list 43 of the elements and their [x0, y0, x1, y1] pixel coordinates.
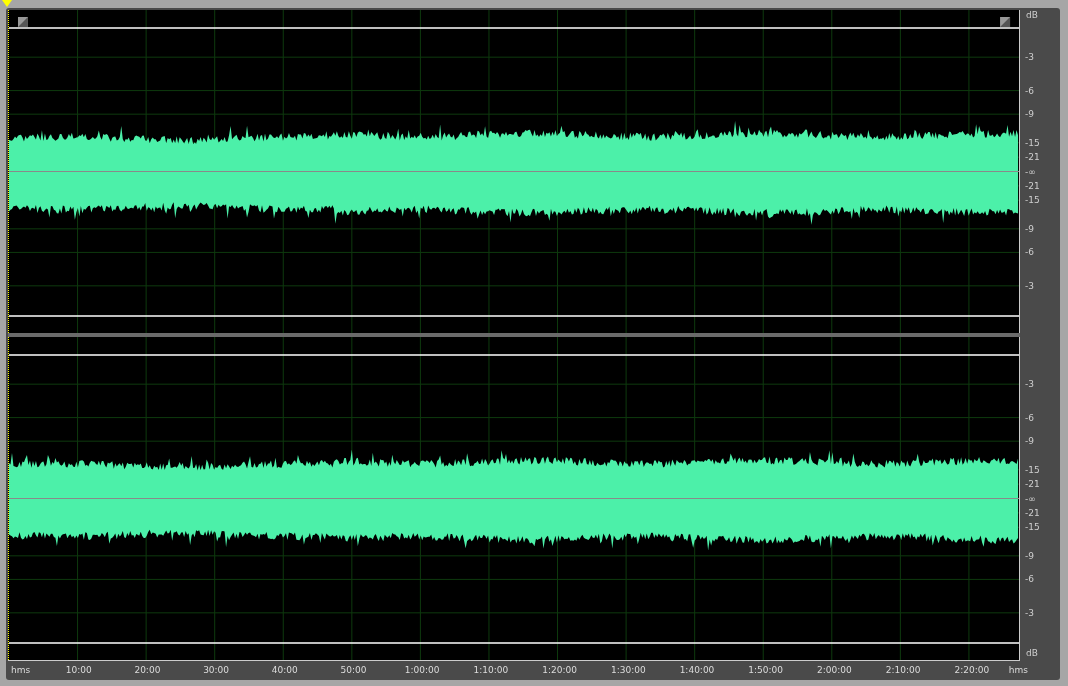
waveform-view[interactable] — [8, 10, 1020, 333]
envelope-handle-icon[interactable] — [1000, 17, 1011, 27]
db-scale-label: -15 — [1025, 195, 1040, 206]
envelope-handle-icon[interactable] — [18, 17, 28, 27]
time-ruler-label: 2:10:00 — [885, 665, 921, 675]
time-ruler-label: 50:00 — [340, 665, 367, 675]
db-scale-label: -3 — [1025, 280, 1034, 291]
time-ruler-label: 1:40:00 — [679, 665, 715, 675]
scale-unit-label: dB — [1026, 648, 1038, 658]
time-ruler-label: 1:00:00 — [404, 665, 440, 675]
time-ruler-label: 10:00 — [65, 665, 92, 675]
db-scale-label: -9 — [1025, 223, 1034, 234]
db-scale-label: -3 — [1025, 52, 1034, 63]
time-ruler-label: 1:20:00 — [542, 665, 577, 675]
db-scale-label: -21 — [1025, 479, 1040, 490]
time-unit-label: hms — [11, 665, 31, 675]
time-ruler-label: 2:00:00 — [817, 665, 852, 675]
db-scale-label: -15 — [1025, 522, 1040, 533]
db-scale-label: -6 — [1025, 412, 1034, 423]
db-scale-label: -21 — [1025, 152, 1040, 163]
db-scale-label: -9 — [1025, 109, 1034, 120]
db-scale-label: -9 — [1025, 436, 1034, 447]
db-scale-label: -21 — [1025, 180, 1040, 191]
db-scale-label: -3 — [1025, 607, 1034, 618]
db-scale-label: -15 — [1025, 464, 1040, 475]
time-unit-label: hms — [1008, 665, 1028, 675]
db-scale-label: -21 — [1025, 507, 1040, 518]
time-ruler-label: 20:00 — [134, 665, 161, 675]
time-ruler-label: 40:00 — [271, 665, 298, 675]
db-scale-label: -6 — [1025, 247, 1034, 258]
time-ruler-label: 1:10:00 — [473, 665, 509, 675]
time-ruler-label: 30:00 — [203, 665, 230, 675]
db-scale-label: -∞ — [1025, 166, 1036, 177]
db-scale-label: -15 — [1025, 137, 1040, 148]
db-scale-label: -3 — [1025, 379, 1034, 390]
db-scale-label: -6 — [1025, 574, 1034, 585]
db-scale-label: -6 — [1025, 85, 1034, 96]
scale-unit-label: dB — [1026, 10, 1038, 20]
time-ruler-label: 2:20:00 — [954, 665, 990, 675]
db-scale-label: -∞ — [1025, 493, 1036, 504]
db-scale-label: -9 — [1025, 550, 1034, 561]
time-ruler-label: 1:30:00 — [610, 665, 646, 675]
time-ruler-label: 1:50:00 — [748, 665, 784, 675]
